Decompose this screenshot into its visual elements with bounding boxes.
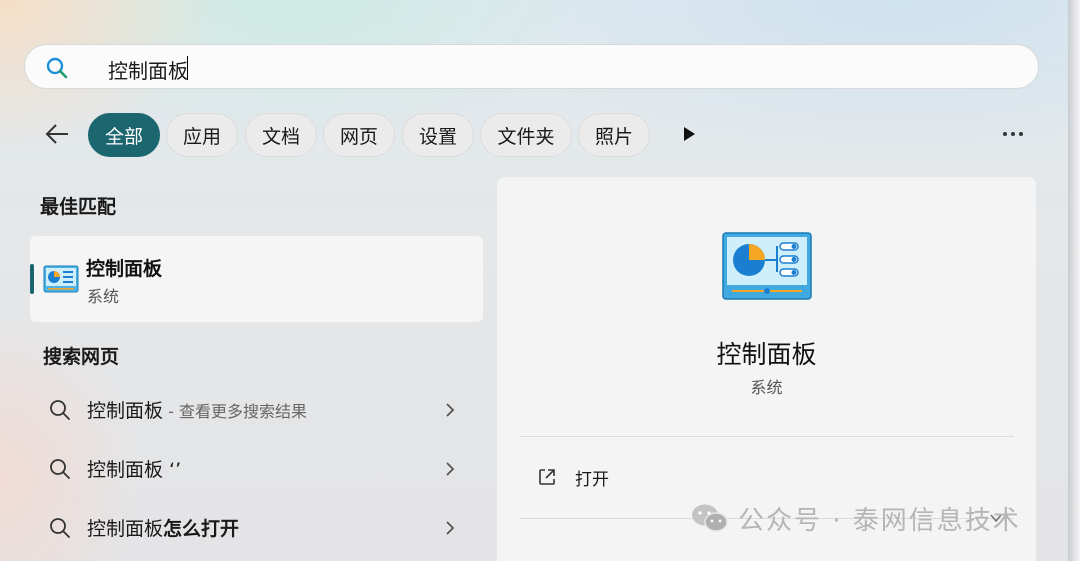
detail-subtitle: 系统 xyxy=(750,378,783,397)
search-box[interactable]: 控制面板 xyxy=(24,44,1039,89)
chevron-right-icon xyxy=(442,518,458,538)
web-search-item[interactable]: 控制面板 - 查看更多搜索结果 xyxy=(30,386,483,436)
back-arrow-icon xyxy=(45,124,68,144)
watermark: 公众号 · 泰网信息技术 xyxy=(690,500,1021,536)
best-match-item[interactable]: 控制面板 系统 xyxy=(30,236,483,322)
open-action[interactable]: 打开 xyxy=(519,459,1014,495)
search-icon xyxy=(48,516,72,540)
more-filters-button[interactable] xyxy=(680,125,698,143)
open-label: 打开 xyxy=(575,470,609,490)
play-icon xyxy=(684,127,695,141)
open-external-icon xyxy=(537,467,557,487)
search-icon xyxy=(48,457,72,481)
back-button[interactable] xyxy=(44,120,72,148)
tab-folders[interactable]: 文件夹 xyxy=(480,113,572,157)
web-search-query: 控制面板 xyxy=(87,518,164,540)
chevron-right-icon xyxy=(442,459,458,479)
more-options-button[interactable] xyxy=(1000,126,1026,142)
best-match-title: 控制面板 xyxy=(86,258,163,280)
best-match-heading: 最佳匹配 xyxy=(40,196,117,218)
chevron-right-icon xyxy=(442,400,458,420)
best-match-subtitle: 系统 xyxy=(87,287,120,306)
web-search-heading: 搜索网页 xyxy=(43,346,120,368)
window-edge xyxy=(1068,0,1080,561)
control-panel-icon xyxy=(43,265,79,293)
ellipsis-icon xyxy=(1003,132,1023,136)
wechat-icon xyxy=(690,502,730,534)
tab-all[interactable]: 全部 xyxy=(88,113,160,157)
search-input[interactable]: 控制面板 xyxy=(108,55,188,84)
watermark-text: 公众号 · 泰网信息技术 xyxy=(738,505,1021,536)
tab-web[interactable]: 网页 xyxy=(323,113,395,157)
web-search-bold-suffix: 怎么打开 xyxy=(163,518,240,540)
selection-indicator xyxy=(30,264,34,294)
web-search-query: 控制面板 xyxy=(87,400,164,422)
tab-photos[interactable]: 照片 xyxy=(578,113,650,157)
divider xyxy=(519,436,1014,437)
tab-settings[interactable]: 设置 xyxy=(402,113,474,157)
search-icon xyxy=(45,56,69,80)
web-search-item[interactable]: 控制面板怎么打开 xyxy=(30,504,483,554)
text-caret xyxy=(187,56,188,80)
web-search-query: 控制面板 ‘’ xyxy=(87,459,182,481)
search-icon xyxy=(48,398,72,422)
tab-documents[interactable]: 文档 xyxy=(245,113,317,157)
web-search-item[interactable]: 控制面板 ‘’ xyxy=(30,445,483,495)
detail-title: 控制面板 xyxy=(716,340,817,369)
control-panel-icon xyxy=(722,232,812,300)
tab-apps[interactable]: 应用 xyxy=(166,113,238,157)
web-search-suffix: - 查看更多搜索结果 xyxy=(163,402,307,421)
